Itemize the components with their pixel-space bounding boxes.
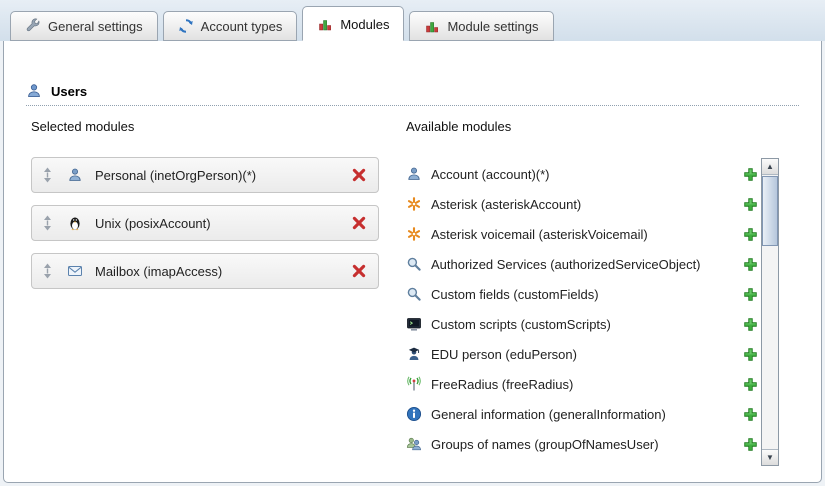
available-module-row: Asterisk (asteriskAccount) [406,189,758,219]
available-modules-list: Account (account)(*) Asterisk (asteriskA… [406,159,758,459]
antenna-icon [406,376,422,392]
add-icon[interactable] [743,257,758,272]
add-icon[interactable] [743,317,758,332]
module-label: Custom scripts (customScripts) [431,317,611,332]
content-panel: Users Selected modules Available modules… [3,40,822,483]
module-label: EDU person (eduPerson) [431,347,577,362]
add-icon[interactable] [743,347,758,362]
module-label: Custom fields (customFields) [431,287,599,302]
selected-modules-list: Personal (inetOrgPerson)(*) Unix (posixA… [31,157,379,301]
module-label: Unix (posixAccount) [95,216,211,231]
scrollbar-thumb[interactable] [762,176,778,246]
edu-person-icon [406,346,422,362]
selected-module-row[interactable]: Personal (inetOrgPerson)(*) [31,157,379,193]
sync-icon [178,18,194,34]
module-label: Asterisk voicemail (asteriskVoicemail) [431,227,648,242]
terminal-icon [406,316,422,332]
available-modules-heading: Available modules [406,119,511,134]
tab-label: Account types [201,19,283,34]
lam-config-page: General settings Account types Modules M… [0,0,825,486]
module-label: Account (account)(*) [431,167,550,182]
available-module-row: Custom scripts (customScripts) [406,309,758,339]
penguin-icon [67,215,83,231]
drag-handle-icon[interactable] [43,263,52,279]
selected-module-row[interactable]: Unix (posixAccount) [31,205,379,241]
bar-chart-icon [317,16,333,32]
module-label: Authorized Services (authorizedServiceOb… [431,257,701,272]
module-label: Groups of names (groupOfNamesUser) [431,437,659,452]
magnifier-icon [406,256,422,272]
available-module-row: Groups of names (groupOfNamesUser) [406,429,758,459]
available-module-row: FreeRadius (freeRadius) [406,369,758,399]
add-icon[interactable] [743,167,758,182]
selected-module-row[interactable]: Mailbox (imapAccess) [31,253,379,289]
bar-chart-icon [424,18,440,34]
magnifier-icon [406,286,422,302]
arrow-up-icon: ▲ [766,163,774,171]
selected-modules-heading: Selected modules [31,119,134,134]
delete-icon[interactable] [351,215,367,231]
add-icon[interactable] [743,437,758,452]
tab-module-settings[interactable]: Module settings [409,11,553,41]
module-label: Asterisk (asteriskAccount) [431,197,581,212]
module-label: Mailbox (imapAccess) [95,264,222,279]
available-modules-scrollbar[interactable]: ▲ ▼ [761,158,779,466]
available-module-row: General information (generalInformation) [406,399,758,429]
module-label: FreeRadius (freeRadius) [431,377,573,392]
asterisk-icon [406,196,422,212]
delete-icon[interactable] [351,263,367,279]
tab-general-settings[interactable]: General settings [10,11,158,41]
add-icon[interactable] [743,227,758,242]
add-icon[interactable] [743,377,758,392]
arrow-down-icon: ▼ [766,454,774,462]
available-module-row: Authorized Services (authorizedServiceOb… [406,249,758,279]
section-title: Users [51,84,87,99]
user-icon [26,83,42,99]
person-icon [406,166,422,182]
group-icon [406,436,422,452]
wrench-icon [25,18,41,34]
tab-modules[interactable]: Modules [302,6,404,41]
add-icon[interactable] [743,197,758,212]
tab-label: Modules [340,17,389,32]
tab-account-types[interactable]: Account types [163,11,298,41]
drag-handle-icon[interactable] [43,167,52,183]
available-module-row: Custom fields (customFields) [406,279,758,309]
delete-icon[interactable] [351,167,367,183]
add-icon[interactable] [743,287,758,302]
asterisk-icon [406,226,422,242]
tab-bar: General settings Account types Modules M… [0,0,825,41]
available-module-row: EDU person (eduPerson) [406,339,758,369]
scroll-down-button[interactable]: ▼ [762,449,778,465]
mail-icon [67,263,83,279]
available-module-row: Asterisk voicemail (asteriskVoicemail) [406,219,758,249]
add-icon[interactable] [743,407,758,422]
section-header: Users [26,83,87,99]
available-module-row: Account (account)(*) [406,159,758,189]
tab-label: General settings [48,19,143,34]
info-icon [406,406,422,422]
scroll-up-button[interactable]: ▲ [762,159,778,175]
scrollbar-track[interactable] [762,175,778,449]
drag-handle-icon[interactable] [43,215,52,231]
module-label: General information (generalInformation) [431,407,666,422]
person-icon [67,167,83,183]
section-divider [26,105,799,106]
module-label: Personal (inetOrgPerson)(*) [95,168,256,183]
tab-label: Module settings [447,19,538,34]
